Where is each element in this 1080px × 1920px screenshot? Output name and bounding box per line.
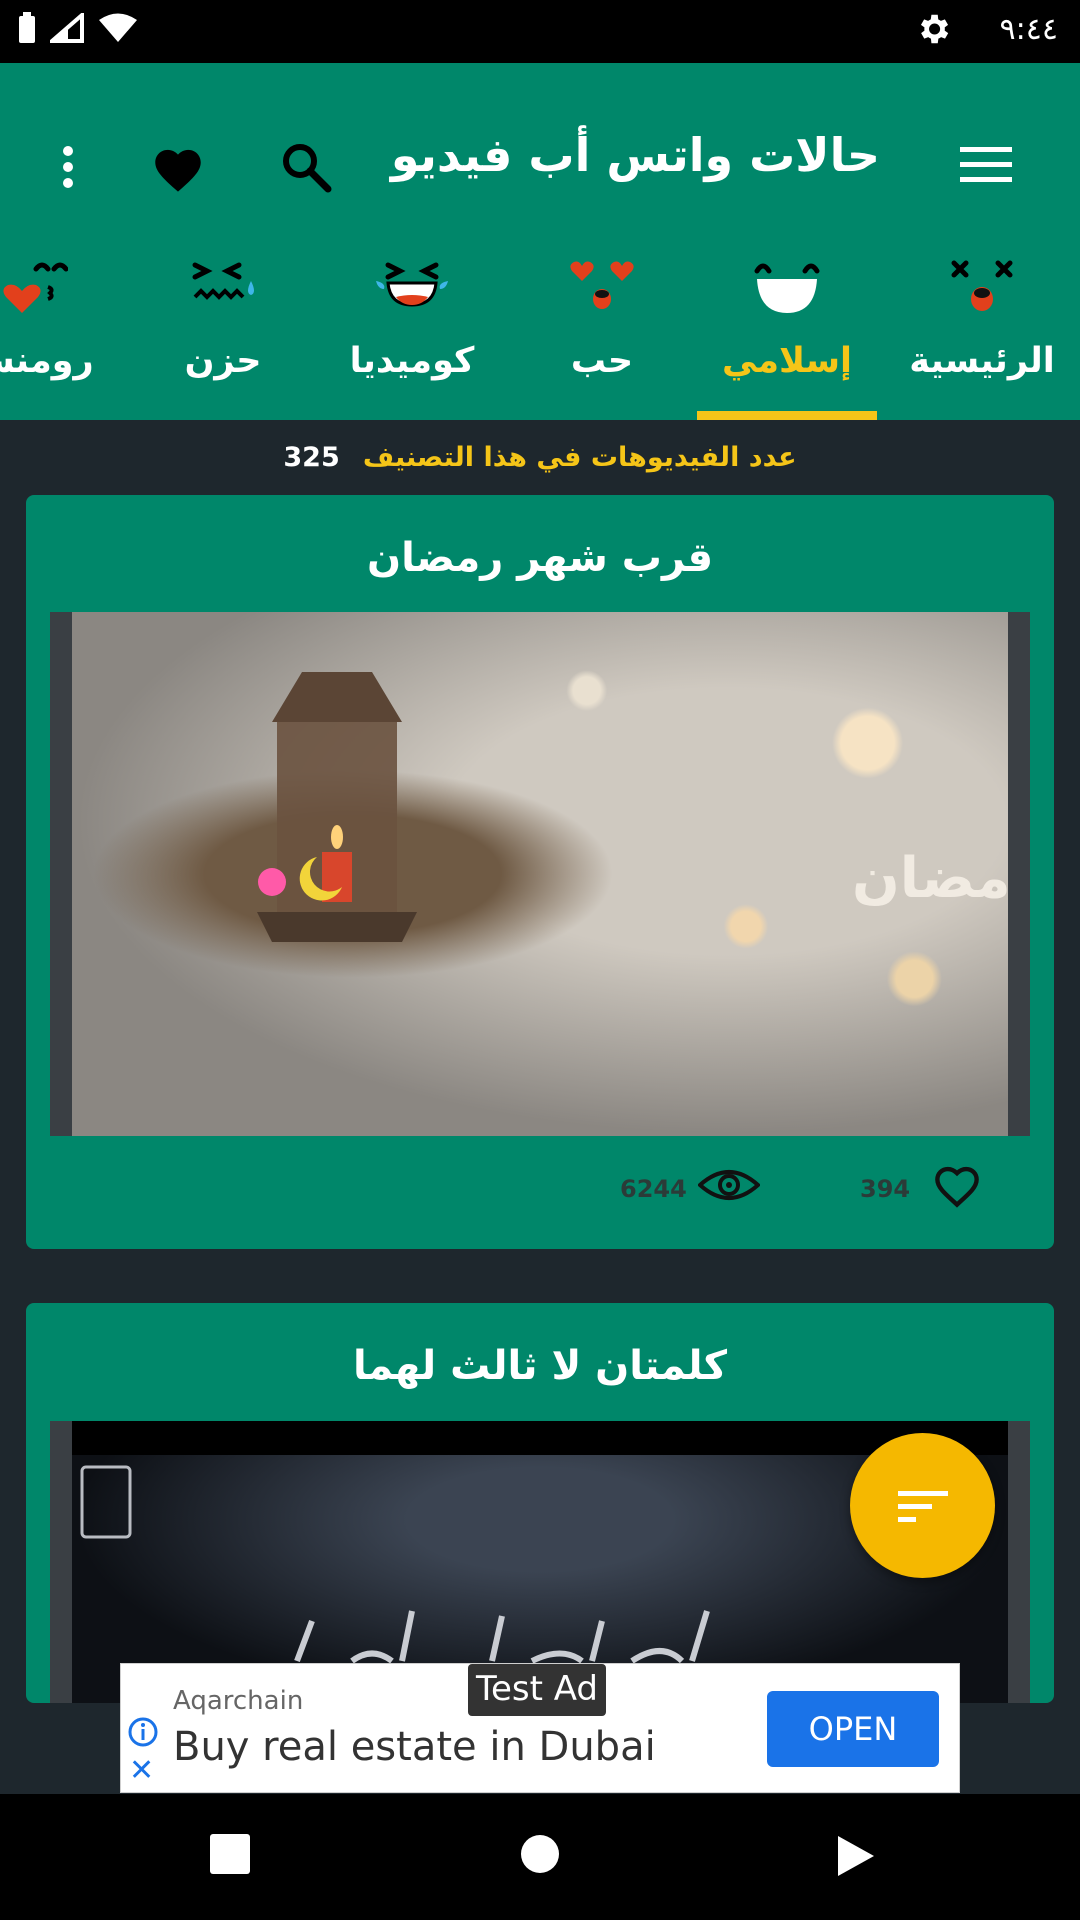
tab-label: الرئيسية [909, 341, 1055, 381]
tab-label: كوميديا [349, 341, 475, 381]
status-bar: ٩:٤٤ [0, 0, 1080, 63]
tab-sad[interactable]: حزن [133, 233, 313, 420]
recents-button[interactable] [210, 1834, 250, 1874]
tab-label: رومنس [0, 341, 94, 381]
search-icon [283, 144, 332, 193]
toolbar: حالات واتس أب فيديو [0, 63, 1080, 233]
hamburger-menu-icon [960, 147, 1012, 182]
heart-eyes-face-icon [570, 261, 634, 309]
home-button[interactable] [520, 1834, 560, 1874]
status-icons [18, 12, 138, 44]
crying-face-icon [192, 262, 254, 300]
tab-home[interactable]: الرئيسية [892, 233, 1072, 420]
smile-face-icon [754, 263, 820, 313]
menu-button[interactable] [960, 145, 1012, 185]
ad-headline: Buy real estate in Dubai [173, 1724, 656, 1770]
like-heart-outline-icon[interactable] [930, 1161, 984, 1209]
laughing-tears-face-icon [376, 262, 448, 307]
tab-love[interactable]: حب [512, 233, 692, 420]
views-count: 6244 [620, 1175, 687, 1203]
lantern-illustration: قرب شهر رمضان [257, 672, 1030, 942]
category-count-label: عدد الفيديوهات في هذا التصنيف [362, 442, 797, 473]
sort-filter-fab[interactable] [850, 1433, 995, 1578]
channel-logo-icon [80, 1465, 132, 1539]
tab-label: إسلامي [721, 341, 853, 381]
system-nav-bar [0, 1794, 1080, 1920]
video-title: كلمتان لا ثالث لهما [352, 1343, 728, 1389]
active-tab-indicator [697, 411, 877, 420]
ad-close-icon[interactable]: ✕ [129, 1756, 154, 1786]
clock: ٩:٤٤ [999, 12, 1058, 47]
app-title: حالات واتس أب فيديو [390, 128, 880, 182]
ramadan-lantern-image: قرب شهر رمضان [72, 612, 1030, 1136]
favorites-button[interactable] [150, 143, 206, 193]
likes-count: 394 [860, 1175, 911, 1203]
ad-banner[interactable]: ✕ Aqarchain Buy real estate in Dubai Tes… [120, 1663, 960, 1793]
back-button[interactable] [836, 1834, 876, 1878]
kissing-heart-face-icon [3, 262, 68, 313]
eye-icon [698, 1170, 760, 1200]
overflow-menu-button[interactable] [60, 145, 76, 189]
tab-comedy[interactable]: كوميديا [322, 233, 502, 420]
ad-advertiser: Aqarchain [173, 1686, 304, 1716]
settings-gear-icon [920, 14, 949, 44]
video-stats: 394 6244 [26, 1161, 1054, 1221]
category-count: عدد الفيديوهات في هذا التصنيف 325 [0, 420, 1080, 495]
sort-icon [897, 1490, 948, 1522]
ad-open-button[interactable]: OPEN [767, 1691, 939, 1767]
category-count-value: 325 [283, 442, 340, 473]
ad-info-icon[interactable] [127, 1716, 159, 1748]
tab-islamic[interactable]: إسلامي [697, 233, 877, 420]
video-card[interactable]: قرب شهر رمضان قرب شهر رمضان 394 6244 [26, 495, 1054, 1249]
tab-romance[interactable]: رومنس [0, 233, 120, 420]
more-vertical-icon [63, 146, 73, 188]
thumbnail-overlay-text: قرب شهر رمضان [852, 846, 1008, 911]
tab-label: حزن [184, 341, 262, 381]
wifi-icon [99, 13, 137, 42]
battery-icon [19, 12, 35, 43]
dizzy-face-icon [951, 260, 1013, 311]
video-thumbnail[interactable]: قرب شهر رمضان [50, 612, 1030, 1136]
test-ad-badge: Test Ad [468, 1664, 607, 1716]
category-tabs: الرئيسية إسلامي حب كوميديا حزن رومنس [0, 233, 1080, 420]
video-title: قرب شهر رمضان [366, 535, 714, 581]
tab-label: حب [570, 341, 634, 381]
search-button[interactable] [280, 141, 332, 193]
app-bar: حالات واتس أب فيديو الرئيسية إسلامي حب ك… [0, 63, 1080, 420]
heart-icon [155, 149, 201, 192]
signal-icon [50, 13, 84, 43]
